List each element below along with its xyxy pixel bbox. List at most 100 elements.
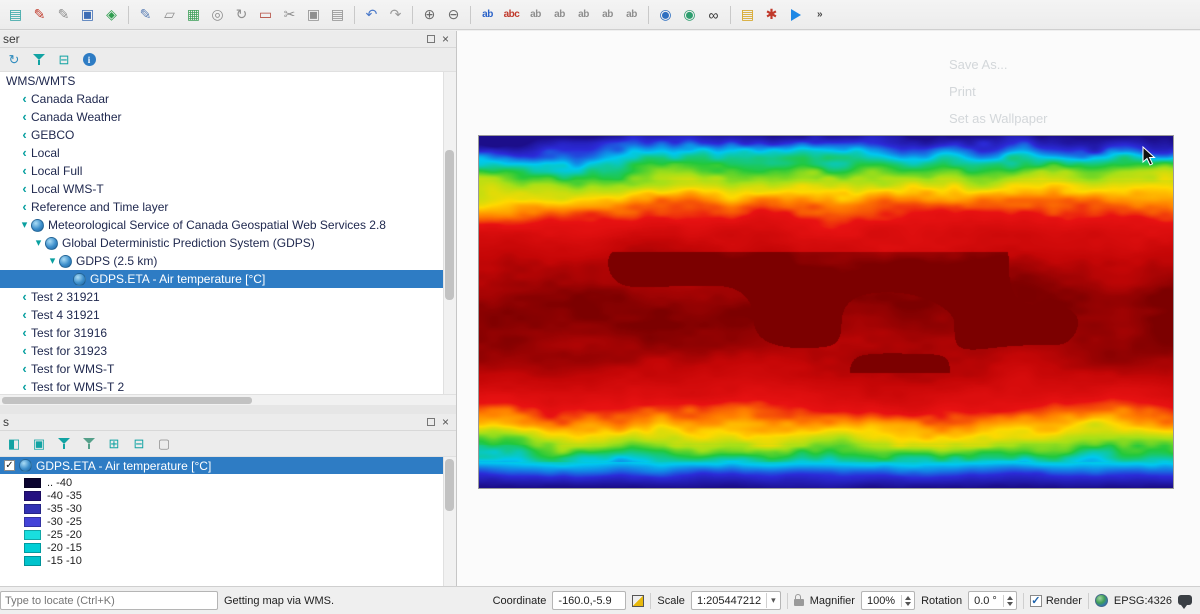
zoom-in-icon[interactable]: ⊕ [418, 3, 441, 26]
lock-scale-icon[interactable] [794, 599, 804, 606]
vertex-tool-icon[interactable]: ✎ [134, 3, 157, 26]
collapsed-arrow-icon[interactable]: ‹ [18, 144, 31, 162]
rotate-label-icon[interactable]: ab [596, 3, 619, 26]
collapsed-arrow-icon[interactable]: ‹ [18, 324, 31, 342]
expanded-arrow-icon[interactable]: ▾ [32, 234, 45, 252]
layer-visibility-checkbox[interactable]: ✓ [4, 460, 15, 471]
tree-item-reference-and-time-layer[interactable]: ‹Reference and Time layer [0, 198, 456, 216]
remove-layer-icon[interactable]: ▢ [156, 436, 172, 452]
browser-close-icon[interactable]: × [442, 34, 449, 44]
refresh-icon[interactable]: ↻ [6, 52, 22, 68]
collapsed-arrow-icon[interactable]: ‹ [18, 198, 31, 216]
report-bug-icon[interactable]: ✱ [760, 3, 783, 26]
layer-labeling-icon[interactable]: ab [476, 3, 499, 26]
browser-vscroll-thumb[interactable] [445, 150, 454, 300]
new-map-layer-icon[interactable]: ▤ [4, 3, 27, 26]
tree-item-wms-wmts[interactable]: WMS/WMTS [0, 72, 456, 90]
add-group-icon[interactable]: ▣ [31, 436, 47, 452]
layers-float-icon[interactable] [427, 418, 435, 426]
vector-edit-icon[interactable]: ◈ [100, 3, 123, 26]
tree-item-gebco[interactable]: ‹GEBCO [0, 126, 456, 144]
move-label-icon[interactable]: ab [572, 3, 595, 26]
reshape-features-icon[interactable]: ▱ [158, 3, 181, 26]
python-console-icon[interactable]: ▤ [736, 3, 759, 26]
temperature-map-canvas[interactable] [479, 136, 1173, 488]
crs-globe-icon[interactable] [1095, 594, 1108, 607]
tree-item-test-2-31921[interactable]: ‹Test 2 31921 [0, 288, 456, 306]
layer-item-gdps-eta[interactable]: ✓ GDPS.ETA - Air temperature [°C] [0, 457, 456, 474]
panel-splitter[interactable] [0, 405, 456, 414]
collapsed-arrow-icon[interactable]: ‹ [18, 288, 31, 306]
tree-item-local[interactable]: ‹Local [0, 144, 456, 162]
rotation-spin-arrows[interactable] [1003, 595, 1016, 607]
collapse-layers-icon[interactable]: ⊟ [131, 436, 147, 452]
map-canvas-area[interactable]: Save As...PrintSet as Wallpaper [457, 31, 1200, 586]
collapsed-arrow-icon[interactable]: ‹ [18, 108, 31, 126]
change-label-icon[interactable]: ab [620, 3, 643, 26]
metasearch-globe-icon[interactable]: ◉ [654, 3, 677, 26]
render-checkbox-wrap[interactable]: ✓ Render [1030, 595, 1082, 607]
coordinate-value[interactable]: -160.0,-5.9 [552, 591, 626, 610]
expanded-arrow-icon[interactable]: ▾ [18, 216, 31, 234]
rotate-feature-icon[interactable]: ↻ [230, 3, 253, 26]
rotation-spinbox[interactable]: 0.0 ° [968, 591, 1017, 610]
tree-item-test-4-31921[interactable]: ‹Test 4 31921 [0, 306, 456, 324]
cut-features-icon[interactable]: ✂ [278, 3, 301, 26]
collapsed-arrow-icon[interactable]: ‹ [18, 360, 31, 378]
crs-label[interactable]: EPSG:4326 [1114, 595, 1172, 607]
edit-pencil-icon[interactable]: ✎ [52, 3, 75, 26]
browser-hscroll-thumb[interactable] [2, 397, 252, 404]
filter-legend-icon[interactable] [56, 436, 72, 452]
tree-item-local-full[interactable]: ‹Local Full [0, 162, 456, 180]
collapsed-arrow-icon[interactable]: ‹ [18, 126, 31, 144]
scale-dropdown-icon[interactable]: ▾ [766, 593, 778, 608]
properties-icon[interactable]: i [81, 52, 97, 68]
tree-item-test-for-wms-t[interactable]: ‹Test for WMS-T [0, 360, 456, 378]
filter-browser-icon[interactable] [31, 52, 47, 68]
expanded-arrow-icon[interactable]: ▾ [46, 252, 59, 270]
tree-item-local-wms-t[interactable]: ‹Local WMS-T [0, 180, 456, 198]
collapsed-arrow-icon[interactable]: ‹ [18, 378, 31, 395]
tree-item-global-deterministic-prediction-system-g[interactable]: ▾Global Deterministic Prediction System … [0, 234, 456, 252]
collapse-all-icon[interactable]: ⊟ [56, 52, 72, 68]
collapsed-arrow-icon[interactable]: ‹ [18, 306, 31, 324]
layers-vscroll-thumb[interactable] [445, 459, 454, 511]
undo-icon[interactable]: ↶ [360, 3, 383, 26]
tree-item-gdps-2-5-km[interactable]: ▾GDPS (2.5 km) [0, 252, 456, 270]
delete-selected-icon[interactable]: ▭ [254, 3, 277, 26]
web-globe-icon[interactable]: ◉ [678, 3, 701, 26]
collapsed-arrow-icon[interactable]: ‹ [18, 342, 31, 360]
copy-features-icon[interactable]: ▣ [302, 3, 325, 26]
layer-diagram-icon[interactable]: abc [500, 3, 523, 26]
redo-icon[interactable]: ↷ [384, 3, 407, 26]
zoom-out-icon[interactable]: ⊖ [442, 3, 465, 26]
mouse-position-icon[interactable] [632, 595, 644, 607]
render-checkbox[interactable]: ✓ [1030, 595, 1042, 607]
magnifier-spin-arrows[interactable] [901, 595, 914, 607]
tree-item-test-for-31923[interactable]: ‹Test for 31923 [0, 342, 456, 360]
save-edits-icon[interactable]: ▣ [76, 3, 99, 26]
layers-vscrollbar[interactable] [443, 457, 456, 586]
expression-filter-icon[interactable] [81, 436, 97, 452]
pin-labels-icon[interactable]: ab [524, 3, 547, 26]
next-arrow-icon[interactable] [784, 3, 807, 26]
layers-close-icon[interactable]: × [442, 417, 449, 427]
tree-item-meteorological-service-of-canada-geospat[interactable]: ▾Meteorological Service of Canada Geospa… [0, 216, 456, 234]
log-messages-icon[interactable] [1178, 595, 1192, 605]
grid-icon[interactable]: ▦ [182, 3, 205, 26]
tree-item-test-for-wms-t-2[interactable]: ‹Test for WMS-T 2 [0, 378, 456, 395]
collapsed-arrow-icon[interactable]: ‹ [18, 90, 31, 108]
tree-item-test-for-31916[interactable]: ‹Test for 31916 [0, 324, 456, 342]
scale-combobox[interactable]: 1:205447212 ▾ [691, 591, 781, 610]
toolbar-overflow[interactable]: » [808, 3, 831, 26]
paste-features-icon[interactable]: ▤ [326, 3, 349, 26]
collapsed-arrow-icon[interactable]: ‹ [18, 180, 31, 198]
expand-all-icon[interactable]: ⊞ [106, 436, 122, 452]
magnifier-spinbox[interactable]: 100% [861, 591, 915, 610]
move-feature-icon[interactable]: ◎ [206, 3, 229, 26]
browser-float-icon[interactable] [427, 35, 435, 43]
search-binoculars-icon[interactable]: ∞ [702, 3, 725, 26]
layer-styling-icon[interactable]: ◧ [6, 436, 22, 452]
collapsed-arrow-icon[interactable]: ‹ [18, 162, 31, 180]
browser-vscrollbar[interactable] [443, 72, 456, 394]
